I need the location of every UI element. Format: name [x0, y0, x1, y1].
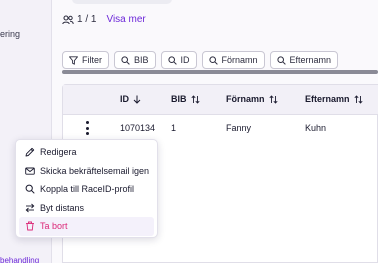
- row-actions-menu: Redigera Skicka bekräftelsemail igen Kop…: [15, 139, 158, 238]
- search-chip-first-name[interactable]: Förnamn: [201, 51, 265, 69]
- cell-id: 1070134: [120, 123, 156, 133]
- menu-item-change-distance[interactable]: Byt distans: [19, 199, 154, 218]
- cell-bib: 1: [171, 123, 177, 133]
- trash-icon: [26, 221, 34, 231]
- column-header-last-name[interactable]: Efternamn: [305, 94, 363, 104]
- arrow-down-icon: [133, 95, 141, 104]
- search-chip-label: BIB: [134, 55, 149, 65]
- result-count-row: 1 / 1 Visa mer: [62, 14, 146, 25]
- menu-item-delete[interactable]: Ta bort: [19, 217, 154, 236]
- table-header: ID BIB Förnamn Efternamn: [63, 85, 378, 115]
- swap-icon: [25, 203, 35, 213]
- search-chip-bib[interactable]: BIB: [114, 51, 156, 69]
- funnel-icon: [69, 55, 78, 65]
- menu-item-edit[interactable]: Redigera: [19, 143, 154, 162]
- top-card-edge: [72, 0, 172, 4]
- filter-button[interactable]: Filter: [62, 51, 109, 69]
- sidebar-item-bottom-partial[interactable]: behandling: [0, 256, 39, 263]
- search-icon: [276, 55, 286, 65]
- result-count: 1 / 1: [77, 14, 97, 25]
- show-more-link[interactable]: Visa mer: [106, 14, 145, 25]
- search-icon: [208, 55, 218, 65]
- mail-icon: [25, 167, 35, 175]
- column-header-first-name[interactable]: Förnamn: [226, 94, 278, 104]
- search-icon: [25, 184, 35, 194]
- users-icon: [62, 14, 74, 24]
- horizontal-scrollbar[interactable]: [62, 70, 378, 74]
- column-header-id[interactable]: ID: [120, 94, 141, 104]
- search-chip-label: ID: [180, 55, 190, 65]
- sidebar-item-partial[interactable]: ering: [0, 29, 20, 39]
- row-actions-kebab-icon[interactable]: [83, 121, 91, 135]
- sort-icon: [353, 94, 363, 104]
- sort-icon: [190, 94, 200, 104]
- search-chip-last-name[interactable]: Efternamn: [269, 51, 339, 69]
- column-header-bib[interactable]: BIB: [171, 94, 200, 104]
- menu-item-link-raceid[interactable]: Koppla till RaceID-profil: [19, 180, 154, 199]
- search-icon: [121, 55, 130, 65]
- pencil-icon: [25, 148, 35, 157]
- filter-row: Filter BIB ID Förnamn Efternamn: [62, 51, 339, 69]
- search-chip-label: Förnamn: [221, 55, 258, 65]
- sort-icon: [268, 94, 278, 104]
- cell-last-name: Kuhn: [305, 123, 327, 133]
- menu-item-resend-confirmation[interactable]: Skicka bekräftelsemail igen: [19, 162, 154, 181]
- search-chip-id[interactable]: ID: [160, 51, 197, 69]
- search-chip-label: Efternamn: [289, 55, 332, 65]
- search-icon: [167, 55, 177, 65]
- filter-button-label: Filter: [82, 55, 102, 65]
- cell-first-name: Fanny: [226, 123, 252, 133]
